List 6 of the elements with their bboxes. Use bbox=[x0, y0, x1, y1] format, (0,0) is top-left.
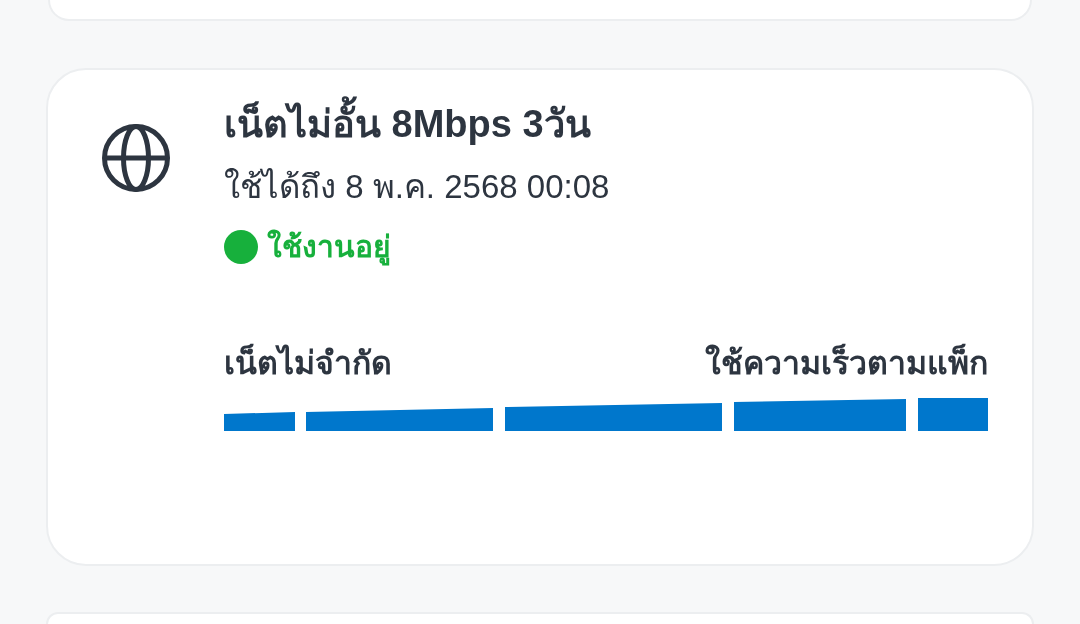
globe-icon bbox=[102, 124, 170, 192]
speed-label: ใช้ความเร็วตามแพ็ก bbox=[705, 342, 988, 383]
expiry-date: ใช้ได้ถึง 8 พ.ค. 2568 00:08 bbox=[224, 167, 610, 207]
package-title: เน็ตไม่อั้น 8Mbps 3วัน bbox=[224, 94, 591, 155]
status-label: ใช้งานอยู่ bbox=[267, 225, 391, 269]
speed-label: เน็ตไม่จำกัด bbox=[224, 342, 392, 383]
